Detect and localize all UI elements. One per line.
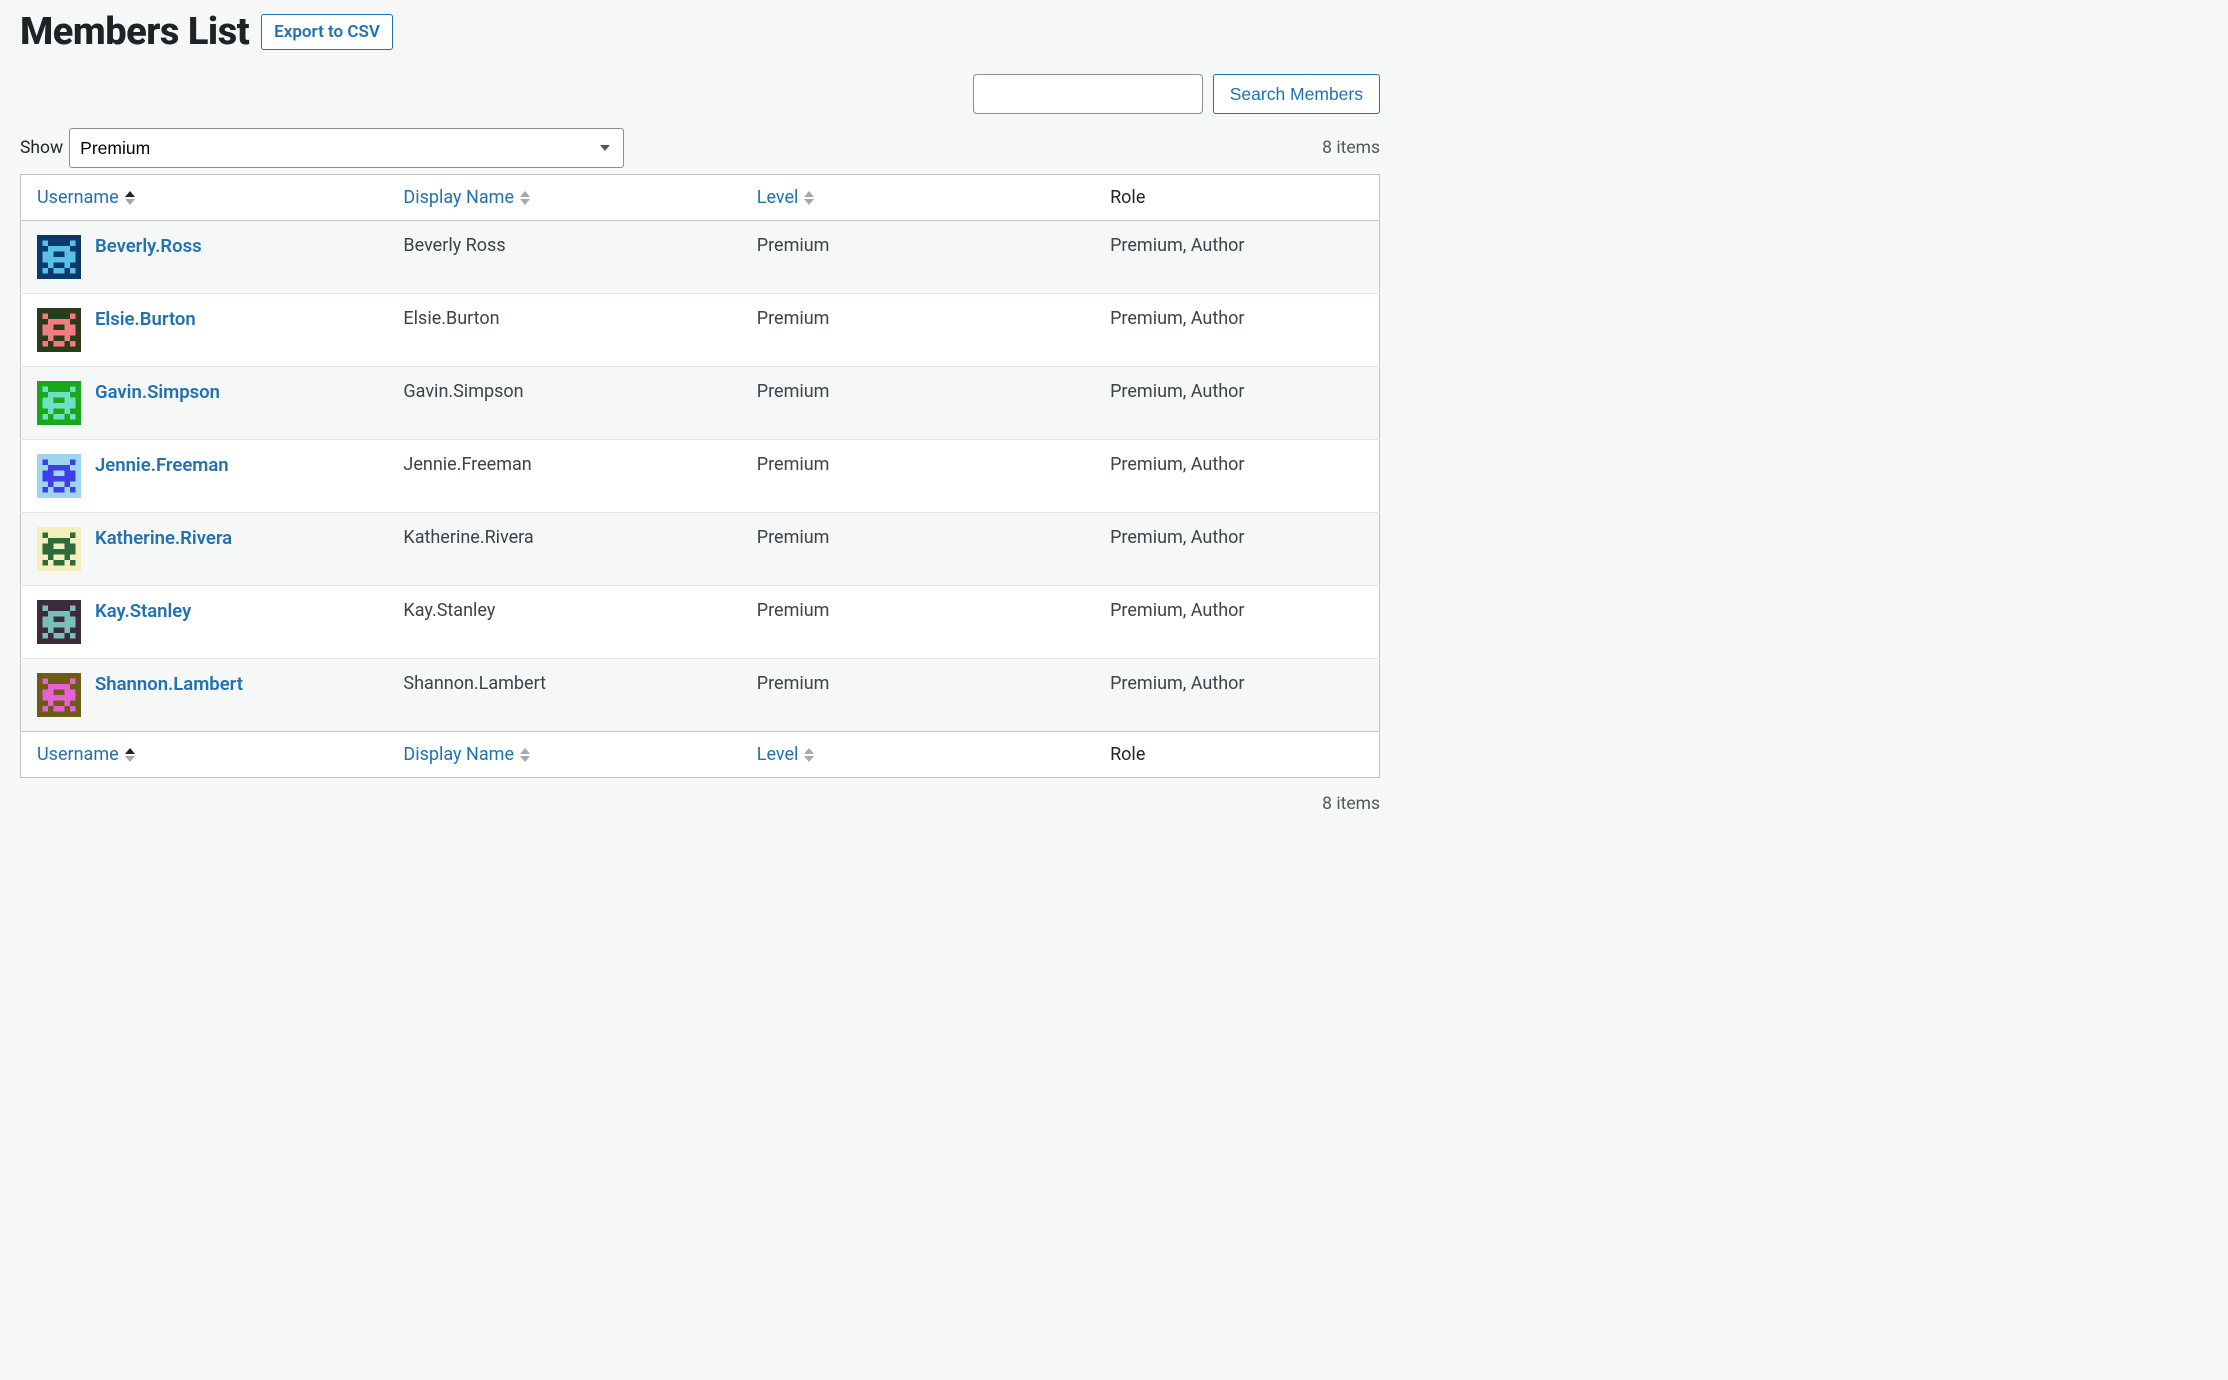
col-footer-role: Role [1094, 732, 1379, 778]
role-cell: Premium, Author [1094, 221, 1379, 294]
display-name-cell: Shannon.Lambert [387, 659, 740, 732]
role-cell: Premium, Author [1094, 513, 1379, 586]
username-link[interactable]: Beverly.Ross [95, 235, 202, 257]
table-row: Shannon.LambertShannon.LambertPremiumPre… [21, 659, 1380, 732]
display-name-cell: Gavin.Simpson [387, 367, 740, 440]
level-cell: Premium [741, 586, 1094, 659]
table-row: Jennie.FreemanJennie.FreemanPremiumPremi… [21, 440, 1380, 513]
avatar [37, 454, 81, 498]
col-header-username: Username [21, 175, 388, 221]
col-header-displayname: Display Name [387, 175, 740, 221]
items-count-bottom: 8 items [20, 778, 1380, 814]
col-footer-username: Username [21, 732, 388, 778]
avatar [37, 673, 81, 717]
page-title: Members List [20, 10, 249, 54]
table-row: Gavin.SimpsonGavin.SimpsonPremiumPremium… [21, 367, 1380, 440]
role-cell: Premium, Author [1094, 586, 1379, 659]
sort-displayname[interactable]: Display Name [403, 187, 530, 208]
avatar [37, 308, 81, 352]
sort-displayname-footer[interactable]: Display Name [403, 744, 530, 765]
show-filter-select[interactable]: Premium [69, 128, 624, 168]
display-name-cell: Jennie.Freeman [387, 440, 740, 513]
display-name-cell: Elsie.Burton [387, 294, 740, 367]
sort-icon [804, 748, 814, 762]
avatar [37, 381, 81, 425]
display-name-cell: Katherine.Rivera [387, 513, 740, 586]
display-name-cell: Kay.Stanley [387, 586, 740, 659]
username-link[interactable]: Katherine.Rivera [95, 527, 232, 549]
members-table: Username Display Name [20, 174, 1380, 778]
table-row: Kay.StanleyKay.StanleyPremiumPremium, Au… [21, 586, 1380, 659]
level-cell: Premium [741, 659, 1094, 732]
col-footer-level: Level [741, 732, 1094, 778]
avatar [37, 600, 81, 644]
search-input[interactable] [973, 74, 1203, 114]
display-name-cell: Beverly Ross [387, 221, 740, 294]
role-cell: Premium, Author [1094, 440, 1379, 513]
search-members-button[interactable]: Search Members [1213, 74, 1380, 114]
level-cell: Premium [741, 294, 1094, 367]
username-link[interactable]: Shannon.Lambert [95, 673, 243, 695]
role-cell: Premium, Author [1094, 659, 1379, 732]
avatar [37, 235, 81, 279]
show-label: Show [20, 138, 63, 158]
items-count-top: 8 items [1322, 138, 1380, 158]
sort-icon [125, 191, 135, 205]
export-csv-button[interactable]: Export to CSV [261, 14, 393, 50]
level-cell: Premium [741, 221, 1094, 294]
username-link[interactable]: Jennie.Freeman [95, 454, 229, 476]
table-row: Katherine.RiveraKatherine.RiveraPremiumP… [21, 513, 1380, 586]
username-link[interactable]: Elsie.Burton [95, 308, 196, 330]
sort-icon [520, 748, 530, 762]
sort-level-footer[interactable]: Level [757, 744, 815, 765]
sort-icon [804, 191, 814, 205]
level-cell: Premium [741, 440, 1094, 513]
sort-username[interactable]: Username [37, 187, 135, 208]
table-row: Beverly.Ross Beverly RossPremiumPremium, … [21, 221, 1380, 294]
role-cell: Premium, Author [1094, 294, 1379, 367]
col-header-role: Role [1094, 175, 1379, 221]
username-link[interactable]: Gavin.Simpson [95, 381, 220, 403]
level-cell: Premium [741, 513, 1094, 586]
sort-level[interactable]: Level [757, 187, 815, 208]
role-cell: Premium, Author [1094, 367, 1379, 440]
col-footer-displayname: Display Name [387, 732, 740, 778]
sort-username-footer[interactable]: Username [37, 744, 135, 765]
sort-icon [125, 748, 135, 762]
level-cell: Premium [741, 367, 1094, 440]
col-header-level: Level [741, 175, 1094, 221]
table-row: Elsie.BurtonElsie.BurtonPremiumPremium, … [21, 294, 1380, 367]
username-link[interactable]: Kay.Stanley [95, 600, 191, 622]
sort-icon [520, 191, 530, 205]
avatar [37, 527, 81, 571]
